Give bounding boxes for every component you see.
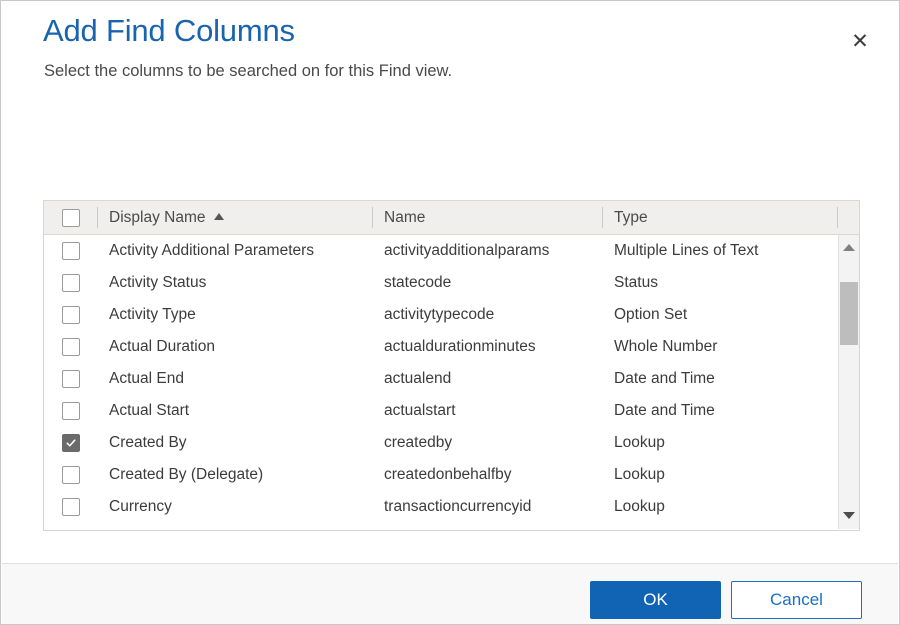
row-checkbox-cell[interactable] bbox=[44, 267, 97, 299]
table-row[interactable]: Created BycreatedbyLookup bbox=[44, 427, 859, 459]
cell-type: Status bbox=[602, 267, 837, 299]
table-row[interactable]: Actual StartactualstartDate and Time bbox=[44, 395, 859, 427]
row-checkbox[interactable] bbox=[62, 498, 80, 516]
cell-display-name: Actual Duration bbox=[97, 331, 372, 363]
column-header-name[interactable]: Name bbox=[372, 200, 602, 235]
scrollbar-thumb[interactable] bbox=[840, 282, 858, 345]
row-checkbox[interactable] bbox=[62, 370, 80, 388]
cell-logical-name: actualstart bbox=[372, 395, 602, 427]
triangle-down-icon bbox=[843, 512, 855, 519]
grid-rows-container: Activity Additional Parametersactivityad… bbox=[44, 235, 859, 523]
column-header-display-name[interactable]: Display Name bbox=[97, 200, 372, 235]
cell-display-name: Created By (Delegate) bbox=[97, 459, 372, 491]
cell-display-name: Currency bbox=[97, 491, 372, 523]
grid-scrollbar[interactable] bbox=[838, 235, 859, 529]
dialog-subtitle: Select the columns to be searched on for… bbox=[44, 62, 452, 81]
table-row[interactable]: CurrencytransactioncurrencyidLookup bbox=[44, 491, 859, 523]
cell-logical-name: actualend bbox=[372, 363, 602, 395]
row-checkbox-cell[interactable] bbox=[44, 299, 97, 331]
cell-logical-name: transactioncurrencyid bbox=[372, 491, 602, 523]
row-checkbox[interactable] bbox=[62, 242, 80, 260]
cell-logical-name: createdonbehalfby bbox=[372, 459, 602, 491]
grid-header-row: Display Name Name Type bbox=[43, 200, 860, 235]
row-checkbox[interactable] bbox=[62, 306, 80, 324]
sort-ascending-icon bbox=[214, 213, 224, 220]
page-title: Add Find Columns bbox=[43, 13, 295, 49]
row-checkbox-cell[interactable] bbox=[44, 331, 97, 363]
scroll-up-icon[interactable] bbox=[839, 237, 859, 257]
cell-logical-name: activityadditionalparams bbox=[372, 235, 602, 267]
row-checkbox-cell[interactable] bbox=[44, 491, 97, 523]
cell-display-name: Activity Additional Parameters bbox=[97, 235, 372, 267]
column-header-display-name-label: Display Name bbox=[109, 209, 205, 227]
cell-logical-name: statecode bbox=[372, 267, 602, 299]
cell-type: Option Set bbox=[602, 299, 837, 331]
row-checkbox-cell[interactable] bbox=[44, 395, 97, 427]
cell-logical-name: createdby bbox=[372, 427, 602, 459]
cell-type: Date and Time bbox=[602, 363, 837, 395]
triangle-up-icon bbox=[843, 244, 855, 251]
row-checkbox[interactable] bbox=[62, 434, 80, 452]
table-row[interactable]: Created By (Delegate)createdonbehalfbyLo… bbox=[44, 459, 859, 491]
add-find-columns-dialog: Add Find Columns Select the columns to b… bbox=[0, 0, 900, 625]
cell-display-name: Actual End bbox=[97, 363, 372, 395]
cell-display-name: Activity Status bbox=[97, 267, 372, 299]
row-checkbox[interactable] bbox=[62, 274, 80, 292]
column-header-type[interactable]: Type bbox=[602, 200, 837, 235]
column-header-type-label: Type bbox=[614, 209, 648, 227]
row-checkbox-cell[interactable] bbox=[44, 459, 97, 491]
row-checkbox-cell[interactable] bbox=[44, 427, 97, 459]
row-checkbox-cell[interactable] bbox=[44, 363, 97, 395]
cell-display-name: Actual Start bbox=[97, 395, 372, 427]
column-header-spacer bbox=[837, 200, 859, 235]
ok-button[interactable]: OK bbox=[590, 581, 721, 619]
cell-logical-name: actualdurationminutes bbox=[372, 331, 602, 363]
table-row[interactable]: Actual DurationactualdurationminutesWhol… bbox=[44, 331, 859, 363]
columns-grid: Display Name Name Type Activity Addition… bbox=[43, 200, 860, 531]
table-row[interactable]: Activity Additional Parametersactivityad… bbox=[44, 235, 859, 267]
cell-type: Whole Number bbox=[602, 331, 837, 363]
table-row[interactable]: Activity StatusstatecodeStatus bbox=[44, 267, 859, 299]
dialog-footer: OK Cancel bbox=[2, 564, 898, 624]
grid-body: Activity Additional Parametersactivityad… bbox=[43, 235, 860, 531]
cell-type: Multiple Lines of Text bbox=[602, 235, 837, 267]
select-all-header-cell[interactable] bbox=[44, 200, 97, 235]
cell-type: Date and Time bbox=[602, 395, 837, 427]
table-row[interactable]: Activity TypeactivitytypecodeOption Set bbox=[44, 299, 859, 331]
cancel-button[interactable]: Cancel bbox=[731, 581, 862, 619]
column-header-name-label: Name bbox=[384, 209, 425, 227]
scroll-down-icon[interactable] bbox=[839, 505, 859, 525]
close-icon[interactable]: ✕ bbox=[843, 24, 877, 58]
row-checkbox[interactable] bbox=[62, 466, 80, 484]
cell-type: Lookup bbox=[602, 491, 837, 523]
cell-type: Lookup bbox=[602, 459, 837, 491]
table-row[interactable]: Actual EndactualendDate and Time bbox=[44, 363, 859, 395]
row-checkbox[interactable] bbox=[62, 402, 80, 420]
select-all-checkbox[interactable] bbox=[62, 209, 80, 227]
cell-type: Lookup bbox=[602, 427, 837, 459]
cell-display-name: Activity Type bbox=[97, 299, 372, 331]
row-checkbox[interactable] bbox=[62, 338, 80, 356]
check-icon bbox=[66, 438, 76, 448]
dialog-header: Add Find Columns Select the columns to b… bbox=[1, 1, 900, 101]
cell-display-name: Created By bbox=[97, 427, 372, 459]
row-checkbox-cell[interactable] bbox=[44, 235, 97, 267]
cell-logical-name: activitytypecode bbox=[372, 299, 602, 331]
